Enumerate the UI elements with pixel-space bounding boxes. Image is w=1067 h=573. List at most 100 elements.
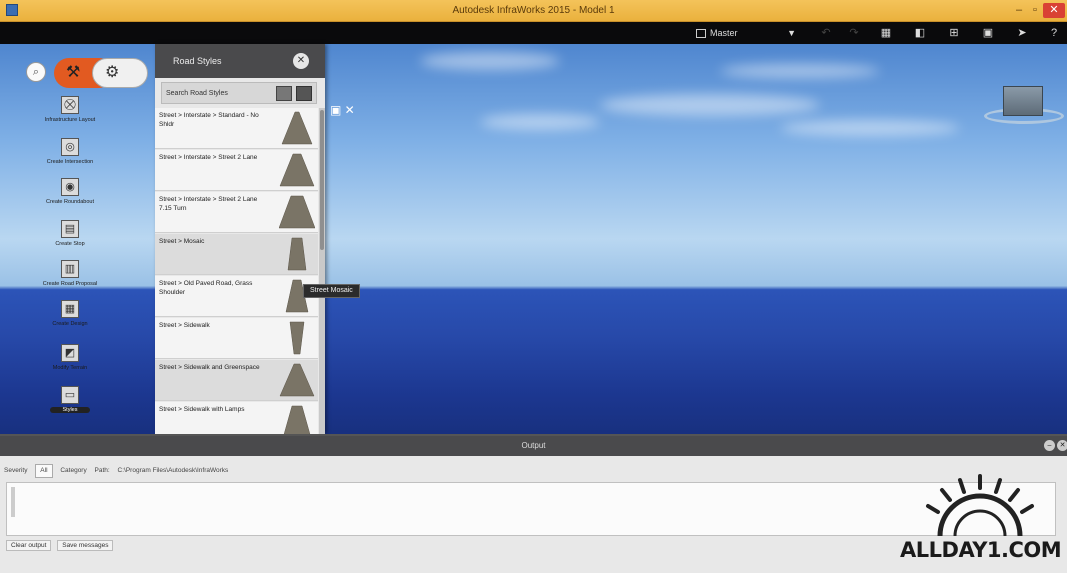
view-cube[interactable]	[984, 84, 1064, 128]
style-item-label: Street > Interstate > Street 2 Lane 7.15…	[159, 196, 258, 212]
cloud	[600, 94, 820, 116]
tools-icon: ⚒	[66, 64, 81, 81]
list-view-button[interactable]	[296, 86, 312, 101]
minimize-panel-icon[interactable]: –	[1044, 440, 1055, 451]
split-icon[interactable]: ⊞	[948, 27, 960, 39]
roundabout-icon: ◉	[61, 178, 79, 196]
style-item-label: Street > Interstate > Street 2 Lane	[159, 154, 258, 161]
grid-view-button[interactable]	[276, 86, 292, 101]
close-panel-icon[interactable]: ✕	[1057, 440, 1067, 451]
cloud	[480, 114, 600, 130]
style-list-item[interactable]: Street > Sidewalk and Greenspace	[155, 360, 318, 401]
tool-item[interactable]: ◉ Create Roundabout	[30, 178, 110, 205]
tool-selector: ⌕ ⚒ ⚙	[26, 58, 156, 88]
save-messages-button[interactable]: Save messages	[57, 540, 114, 551]
navigation-icons[interactable]: ▣ ✕	[330, 103, 355, 117]
sun-logo-icon	[926, 474, 1034, 537]
window-title: Autodesk InfraWorks 2015 - Model 1	[452, 5, 615, 16]
tool-item-label: Infrastructure Layout	[44, 117, 96, 123]
output-title: Output	[521, 441, 546, 450]
road-thumbnail-icon	[287, 237, 307, 271]
style-item-label: Street > Old Paved Road, Grass Shoulder	[159, 280, 253, 296]
output-header: Output – ✕	[0, 436, 1067, 456]
tool-item[interactable]: ▦ Create Design	[30, 300, 110, 327]
style-list-item[interactable]: Street > Interstate > Street 2 Lane	[155, 150, 318, 191]
tool-item[interactable]: ◩ Modify Terrain	[30, 344, 110, 371]
window-icon[interactable]: ▣	[982, 27, 994, 39]
cloud	[420, 52, 560, 70]
road-styles-panel: Road Styles ✕ Search Road Styles Street …	[155, 44, 325, 434]
path-label: Path:	[94, 467, 110, 474]
pointer-icon[interactable]: ➤	[1016, 27, 1028, 39]
help-icon[interactable]: ?	[1048, 27, 1060, 39]
tool-item-label: Create Roundabout	[45, 199, 94, 205]
severity-label: Severity	[4, 467, 28, 474]
search-icon[interactable]: ⌕	[26, 62, 46, 82]
style-item-label: Street > Mosaic	[159, 238, 205, 245]
tool-item[interactable]: ▤ Create Stop	[30, 220, 110, 247]
styles-icon: ▭	[61, 386, 79, 404]
tool-item-label: Create Road Proposal	[42, 281, 98, 287]
search-input[interactable]: Search Road Styles	[166, 87, 270, 100]
close-icon[interactable]: ✕	[293, 53, 309, 69]
style-item-label: Street > Interstate > Standard - No Shld…	[159, 112, 259, 128]
chevron-down-icon: ▼	[787, 28, 796, 38]
watermark-text: ALLDAY1.COM	[900, 538, 1062, 562]
design-icon: ▦	[61, 300, 79, 318]
style-list-item[interactable]: Street > Sidewalk with Lamps	[155, 402, 318, 434]
close-button[interactable]: ✕	[1043, 3, 1065, 18]
style-search: Search Road Styles	[161, 82, 317, 104]
panel-title: Road Styles	[173, 56, 222, 66]
undo-icon[interactable]: ↶	[820, 27, 832, 39]
tool-item-label: Styles	[50, 407, 90, 413]
style-item-label: Street > Sidewalk and Greenspace	[159, 364, 260, 371]
tooltip: Street Mosaic	[303, 284, 360, 298]
style-item-label: Street > Sidewalk	[159, 322, 210, 329]
cloud	[720, 64, 880, 78]
tool-item[interactable]: ◎ Create Intersection	[30, 138, 110, 165]
log-scrollbar[interactable]	[11, 487, 15, 517]
style-list-item[interactable]: Street > Old Paved Road, Grass Shoulder	[155, 276, 318, 317]
output-log[interactable]	[6, 482, 1056, 536]
tool-item-label: Modify Terrain	[52, 365, 88, 371]
intersection-icon: ◎	[61, 138, 79, 156]
style-list-item[interactable]: Street > Sidewalk	[155, 318, 318, 359]
view-icon[interactable]: ◧	[914, 27, 926, 39]
scrollbar-thumb[interactable]	[320, 110, 324, 250]
road-thumbnail-icon	[283, 405, 311, 434]
tool-item[interactable]: ▭ Styles	[30, 386, 110, 413]
left-toolbox: ⌕ ⚒ ⚙ ⛒ Infrastructure Layout ◎ Create Inte…	[0, 44, 158, 434]
road-thumbnail-icon	[279, 195, 315, 229]
output-buttons: Clear output Save messages	[6, 540, 117, 551]
style-list-item[interactable]: Street > Interstate > Street 2 Lane 7.15…	[155, 192, 318, 233]
style-list: Street > Interstate > Standard - No Shld…	[155, 108, 318, 434]
road-thumbnail-icon	[279, 153, 315, 187]
title-bar: Autodesk InfraWorks 2015 - Model 1 – ▫ ✕	[0, 0, 1067, 22]
layers-icon[interactable]: ▦	[880, 27, 892, 39]
stop-icon: ▤	[61, 220, 79, 238]
proposal-icon: ▥	[61, 260, 79, 278]
severity-dropdown[interactable]: All	[35, 464, 53, 478]
redo-icon[interactable]: ↷	[848, 27, 860, 39]
style-list-item[interactable]: Street > Interstate > Standard - No Shld…	[155, 108, 318, 149]
clear-output-button[interactable]: Clear output	[6, 540, 52, 551]
output-toolbar: Severity All Category Path: C:\Program F…	[4, 462, 1054, 480]
settings-button[interactable]: ⚙	[92, 58, 148, 88]
tool-item[interactable]: ⛒ Infrastructure Layout	[30, 96, 110, 123]
road-thumbnail-icon	[279, 363, 315, 397]
terrain-icon: ◩	[61, 344, 79, 362]
tool-item[interactable]: ▥ Create Road Proposal	[30, 260, 110, 287]
tool-item-label: Create Intersection	[46, 159, 94, 165]
category-label: Category	[60, 467, 87, 474]
style-list-item[interactable]: Street > Mosaic	[155, 234, 318, 275]
scrollbar[interactable]	[319, 108, 325, 434]
model-selector[interactable]: Master ▼	[696, 26, 800, 40]
model-icon	[696, 29, 706, 39]
tool-item-label: Create Design	[52, 321, 88, 327]
style-item-label: Street > Sidewalk with Lamps	[159, 406, 245, 413]
road-thumbnail-icon	[289, 321, 305, 355]
cloud	[780, 120, 960, 136]
panel-header: Road Styles ✕	[155, 44, 325, 78]
top-toolbar: Master ▼ ↶ ↷ ▦ ◧ ⊞ ▣ ➤ ?	[0, 22, 1067, 44]
view-cube-face[interactable]	[1003, 86, 1043, 116]
